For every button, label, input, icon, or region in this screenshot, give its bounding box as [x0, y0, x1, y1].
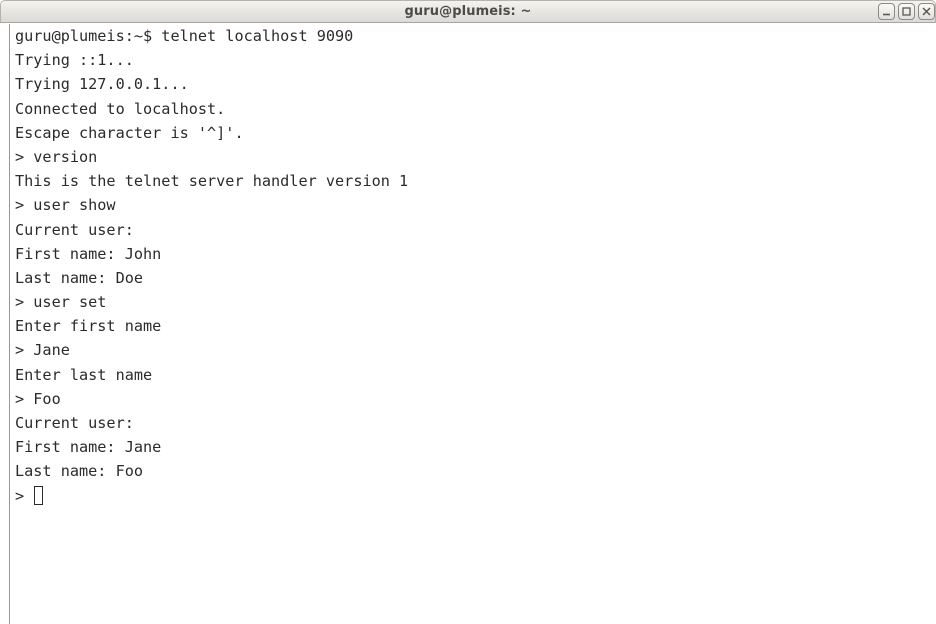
window-title: guru@plumeis: ~ [404, 4, 532, 19]
terminal-line: First name: John [15, 244, 162, 263]
close-icon [922, 7, 931, 16]
terminal-line: Escape character is '^]'. [15, 123, 244, 142]
minimize-icon [883, 13, 890, 16]
terminal-line: Enter last name [15, 365, 153, 384]
prompt-symbol: > [15, 486, 34, 505]
terminal-line: First name: Jane [15, 438, 162, 457]
maximize-icon [902, 7, 911, 16]
minimize-button[interactable] [878, 3, 895, 20]
terminal-line: > user set [15, 293, 107, 312]
terminal-line: Enter first name [15, 317, 162, 336]
terminal-line: Current user: [15, 414, 134, 432]
terminal-line: Connected to localhost. [15, 99, 226, 118]
terminal-line: Current user: [15, 220, 134, 239]
title-bar[interactable]: guru@plumeis: ~ [0, 0, 936, 23]
terminal-line: This is the telnet server handler versio… [15, 172, 409, 191]
terminal-line: > version [15, 147, 98, 166]
terminal-line: Trying ::1... [15, 51, 134, 70]
window-controls [878, 3, 935, 20]
text-cursor [34, 485, 44, 505]
terminal-line: guru@plumeis:~$ telnet localhost 9090 [15, 27, 354, 45]
terminal-line: > user show [15, 196, 116, 215]
maximize-button[interactable] [898, 3, 915, 20]
prompt-line[interactable]: > [15, 484, 936, 508]
terminal-window: guru@plumeis: ~ guru@plumeis:~$ telnet l… [0, 0, 936, 624]
terminal-line: Last name: Doe [15, 268, 144, 287]
close-button[interactable] [918, 3, 935, 20]
terminal-line: Trying 127.0.0.1... [15, 75, 189, 94]
terminal-line: Last name: Foo [15, 462, 144, 481]
terminal-line: > Jane [15, 341, 70, 360]
terminal-output[interactable]: guru@plumeis:~$ telnet localhost 9090 Tr… [9, 24, 936, 624]
terminal-line: > Foo [15, 389, 61, 408]
